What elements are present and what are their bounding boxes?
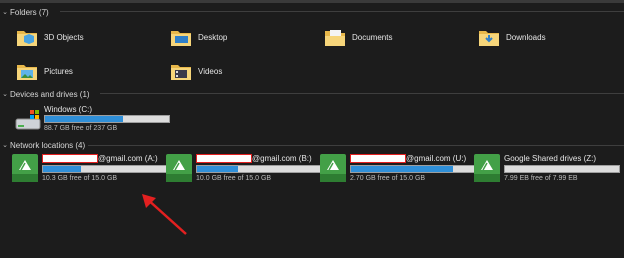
drive-usage-bar bbox=[196, 165, 322, 173]
drive-label: @gmail.com (B:) bbox=[196, 154, 312, 164]
drive-usage-fill bbox=[43, 166, 82, 172]
network-drive-u[interactable]: @gmail.com (U:) 2.70 GB free of 15.0 GB bbox=[318, 152, 476, 186]
drive-usage-bar bbox=[42, 165, 168, 173]
redaction-box bbox=[42, 154, 98, 164]
drive-usage-fill bbox=[351, 166, 453, 172]
devices-section-header[interactable]: ⌄ Devices and drives (1) bbox=[0, 88, 90, 100]
drive-label: Windows (C:) bbox=[44, 105, 93, 114]
drive-free-space: 88.7 GB free of 237 GB bbox=[44, 125, 118, 132]
drive-usage-fill bbox=[197, 166, 238, 172]
folders-section-rule bbox=[60, 11, 624, 12]
folder-item-desktop[interactable]: Desktop bbox=[170, 24, 227, 50]
drive-label: @gmail.com (A:) bbox=[42, 154, 158, 164]
annotation-arrow-icon bbox=[142, 194, 187, 235]
google-drive-icon bbox=[166, 154, 192, 182]
folders-section-title: Folders (7) bbox=[10, 7, 49, 17]
network-section-title: Network locations (4) bbox=[10, 140, 86, 150]
folder-item-videos[interactable]: Videos bbox=[170, 58, 222, 84]
documents-folder-icon bbox=[324, 27, 346, 47]
network-drive-z[interactable]: Google Shared drives (Z:) 7.99 EB free o… bbox=[472, 152, 622, 186]
pictures-folder-icon bbox=[16, 61, 38, 81]
desktop-folder-icon bbox=[170, 27, 192, 47]
drive-free-space: 10.0 GB free of 15.0 GB bbox=[196, 175, 272, 182]
google-drive-icon bbox=[12, 154, 38, 182]
chevron-down-icon: ⌄ bbox=[2, 91, 8, 98]
videos-folder-icon bbox=[170, 61, 192, 81]
drive-free-space: 10.3 GB free of 15.0 GB bbox=[42, 175, 118, 182]
3d-objects-folder-icon bbox=[16, 27, 38, 47]
network-section-rule bbox=[88, 145, 624, 146]
folder-label: Pictures bbox=[44, 66, 73, 76]
folder-label: Downloads bbox=[506, 32, 546, 42]
folders-section-header[interactable]: ⌄ Folders (7) bbox=[0, 6, 49, 18]
network-drive-a[interactable]: @gmail.com (A:) 10.3 GB free of 15.0 GB bbox=[10, 152, 168, 186]
drive-label: Google Shared drives (Z:) bbox=[504, 154, 597, 163]
google-drive-icon bbox=[474, 154, 500, 182]
chevron-down-icon: ⌄ bbox=[2, 142, 8, 149]
downloads-folder-icon bbox=[478, 27, 500, 47]
drive-free-space: 7.99 EB free of 7.99 EB bbox=[504, 175, 578, 182]
drive-label-suffix: @gmail.com (A:) bbox=[98, 154, 158, 163]
devices-section-rule bbox=[100, 93, 624, 94]
drive-label-suffix: @gmail.com (B:) bbox=[252, 154, 312, 163]
top-divider bbox=[0, 0, 624, 3]
google-drive-icon bbox=[320, 154, 346, 182]
drive-usage-fill bbox=[45, 116, 124, 122]
drive-label: @gmail.com (U:) bbox=[350, 154, 467, 164]
redaction-box bbox=[196, 154, 252, 164]
network-drive-b[interactable]: @gmail.com (B:) 10.0 GB free of 15.0 GB bbox=[164, 152, 322, 186]
folder-label: Documents bbox=[352, 32, 393, 42]
folder-label: Desktop bbox=[198, 32, 228, 42]
folder-label: 3D Objects bbox=[44, 32, 84, 42]
network-section-header[interactable]: ⌄ Network locations (4) bbox=[0, 139, 85, 151]
chevron-down-icon: ⌄ bbox=[2, 9, 8, 16]
folder-item-3d-objects[interactable]: 3D Objects bbox=[16, 24, 84, 50]
drive-usage-bar bbox=[504, 165, 620, 173]
drive-item-windows[interactable]: Windows (C:) 88.7 GB free of 237 GB bbox=[12, 104, 170, 135]
drive-usage-bar bbox=[44, 115, 170, 123]
folder-label: Videos bbox=[198, 66, 223, 76]
redaction-box bbox=[350, 154, 406, 164]
drive-usage-bar bbox=[350, 165, 476, 173]
folder-item-pictures[interactable]: Pictures bbox=[16, 58, 73, 84]
devices-section-title: Devices and drives (1) bbox=[10, 89, 90, 99]
windows-drive-icon bbox=[14, 107, 42, 135]
folder-item-downloads[interactable]: Downloads bbox=[478, 24, 546, 50]
drive-label-suffix: @gmail.com (U:) bbox=[406, 154, 467, 163]
drive-free-space: 2.70 GB free of 15.0 GB bbox=[350, 175, 426, 182]
folder-item-documents[interactable]: Documents bbox=[324, 24, 392, 50]
